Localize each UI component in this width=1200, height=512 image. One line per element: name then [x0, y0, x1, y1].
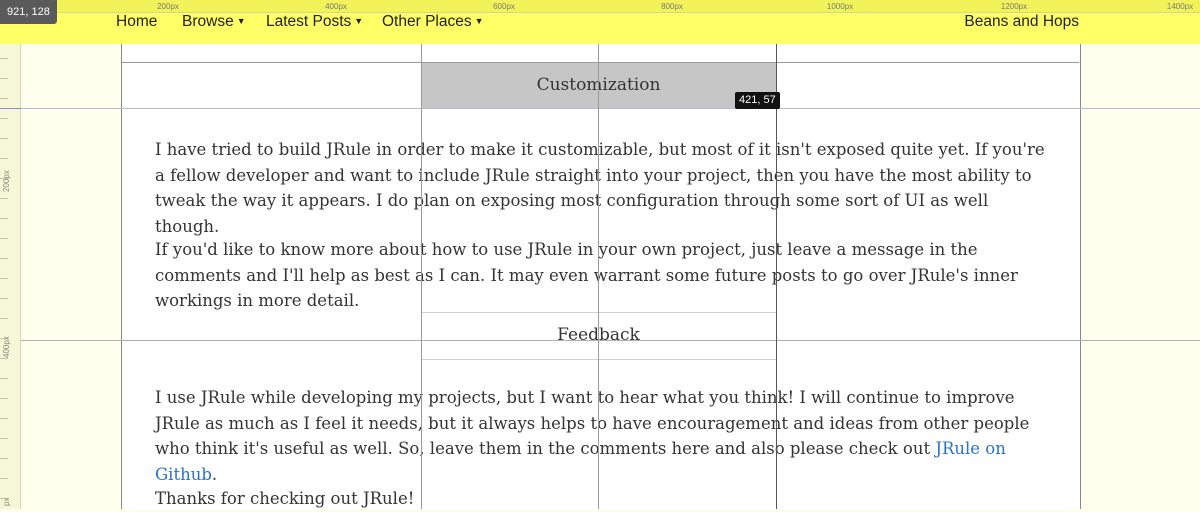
selection-size-tag: 421, 57	[735, 92, 780, 109]
nav-latest-posts-label: Latest Posts	[266, 13, 352, 30]
nav-other-places[interactable]: Other Places ▼	[382, 13, 484, 31]
guide-line	[0, 108, 1200, 109]
ruler-label: 1200px	[1000, 2, 1028, 11]
ruler-label: 400px	[2, 336, 11, 358]
customization-paragraph-2: If you'd like to know more about how to …	[155, 240, 1018, 310]
customization-paragraph-1: I have tried to build JRule in order to …	[155, 140, 1045, 236]
caret-down-icon: ▼	[354, 16, 364, 26]
feedback-paragraph: I use JRule while developing my projects…	[155, 388, 1030, 484]
top-ruler: 200px 400px 600px 800px 1000px 1200px 14…	[0, 0, 1200, 13]
guide-line	[421, 44, 422, 509]
guide-line	[598, 44, 599, 509]
ruler-label: 1000px	[826, 2, 854, 11]
site-title-link[interactable]: Beans and Hops	[964, 13, 1079, 31]
guide-line	[776, 0, 777, 509]
ruler-label: 400px	[325, 2, 347, 11]
nav-home[interactable]: Home	[116, 13, 157, 31]
nav-browse-label: Browse	[182, 13, 234, 30]
ruler-label: 1400px	[1166, 2, 1194, 11]
caret-down-icon: ▼	[236, 16, 246, 26]
ruler-label: 200px	[157, 2, 179, 11]
guide-line	[0, 108, 21, 109]
cursor-coordinates-badge: 921, 128	[0, 0, 57, 24]
ruler-label: 600px	[493, 2, 515, 11]
left-ruler: 200px 400px px	[0, 44, 21, 509]
nav-other-places-label: Other Places	[382, 13, 472, 30]
caret-down-icon: ▼	[474, 16, 484, 26]
nav-latest-posts[interactable]: Latest Posts ▼	[266, 13, 363, 31]
nav-browse[interactable]: Browse ▼	[182, 13, 246, 31]
ruler-label: 200px	[2, 170, 11, 192]
ruler-label: px	[2, 497, 11, 506]
thanks-paragraph: Thanks for checking out JRule!	[155, 489, 415, 508]
ruler-label: 800px	[661, 2, 683, 11]
